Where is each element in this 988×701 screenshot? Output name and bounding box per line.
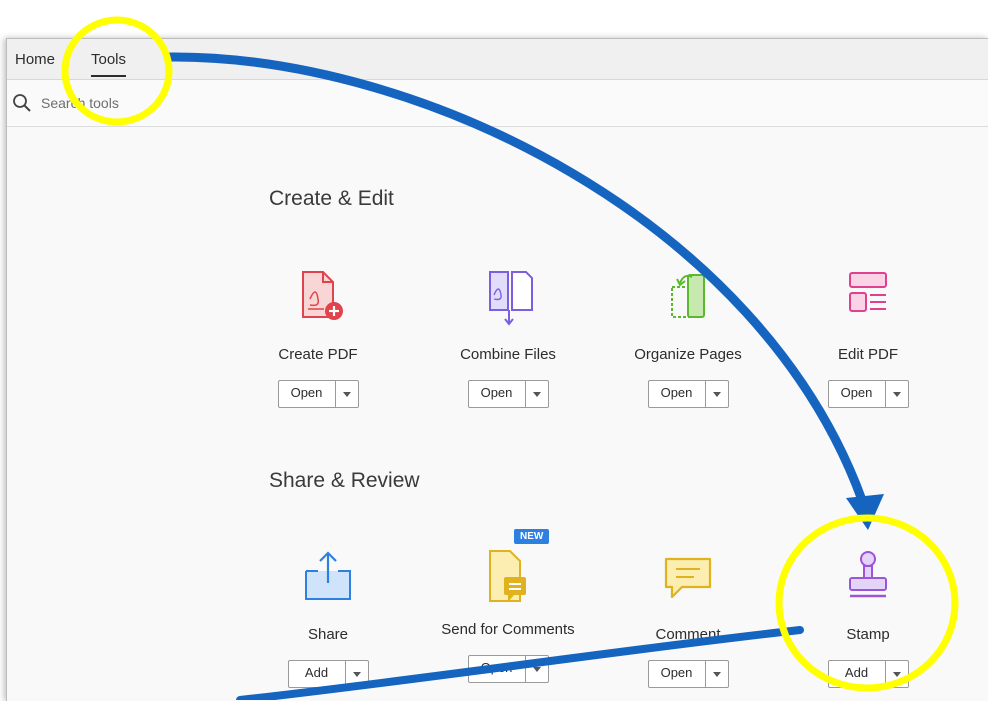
tool-stamp[interactable]: Stamp Add [783,547,953,688]
send-for-comments-icon [489,550,526,602]
open-split-button[interactable]: Open [277,380,359,408]
tool-label: Send for Comments [441,621,575,638]
tab-tools[interactable]: Tools [91,51,127,77]
search-icon [13,94,31,112]
section-title-create-edit: Create & Edit [269,187,394,210]
combine-files-icon [489,271,533,326]
tool-label: Stamp [846,626,890,643]
send-for-comments-icon-wrap: NEW [478,529,550,607]
tool-share[interactable]: Share Add [243,547,413,688]
stamp-icon [849,551,887,598]
tool-label: Comment [655,626,721,643]
open-button[interactable]: Open [829,381,886,407]
open-split-button[interactable]: Open [827,380,909,408]
open-split-button[interactable]: Open [467,655,549,683]
search-input[interactable] [41,92,341,114]
comment-icon [664,557,712,599]
acrobat-window: Home Tools Create & Edit Create PDF Open [6,38,988,701]
open-button[interactable]: Open [469,656,526,682]
add-split-button[interactable]: Add [287,660,369,688]
tool-label: Organize Pages [634,346,742,363]
open-button[interactable]: Open [649,381,706,407]
open-split-button[interactable]: Open [647,380,729,408]
chevron-down-icon[interactable] [526,381,548,407]
chevron-down-icon[interactable] [886,661,908,687]
open-button[interactable]: Open [649,661,706,687]
chevron-down-icon[interactable] [706,661,728,687]
new-badge: NEW [514,529,550,544]
tool-label: Create PDF [278,346,358,363]
add-button[interactable]: Add [289,661,346,687]
tool-label: Combine Files [460,346,556,363]
tool-label: Share [307,626,349,643]
tool-edit-pdf[interactable]: Edit PDF Open [783,267,953,408]
open-button[interactable]: Open [469,381,526,407]
tool-label: Edit PDF [837,346,898,363]
chevron-down-icon[interactable] [526,656,548,682]
chevron-down-icon[interactable] [706,381,728,407]
organize-pages-icon [671,274,705,318]
add-button[interactable]: Add [829,661,886,687]
search-bar [7,80,988,127]
edit-pdf-icon [849,272,887,312]
tool-organize-pages[interactable]: Organize Pages Open [603,267,773,408]
tool-combine-files[interactable]: Combine Files Open [423,267,593,408]
share-icon [305,551,351,600]
add-split-button[interactable]: Add [827,660,909,688]
tab-home[interactable]: Home [15,51,55,68]
chevron-down-icon[interactable] [336,381,358,407]
section-title-share-review: Share & Review [269,469,420,492]
tool-comment[interactable]: Comment Open [603,547,773,688]
create-pdf-icon [302,271,343,320]
tool-create-pdf[interactable]: Create PDF Open [233,267,403,408]
open-split-button[interactable]: Open [647,660,729,688]
open-split-button[interactable]: Open [467,380,549,408]
tab-bar: Home Tools [7,39,988,80]
chevron-down-icon[interactable] [886,381,908,407]
chevron-down-icon[interactable] [346,661,368,687]
open-button[interactable]: Open [279,381,336,407]
tool-send-for-comments[interactable]: NEW Send for Comments Open [423,529,593,683]
